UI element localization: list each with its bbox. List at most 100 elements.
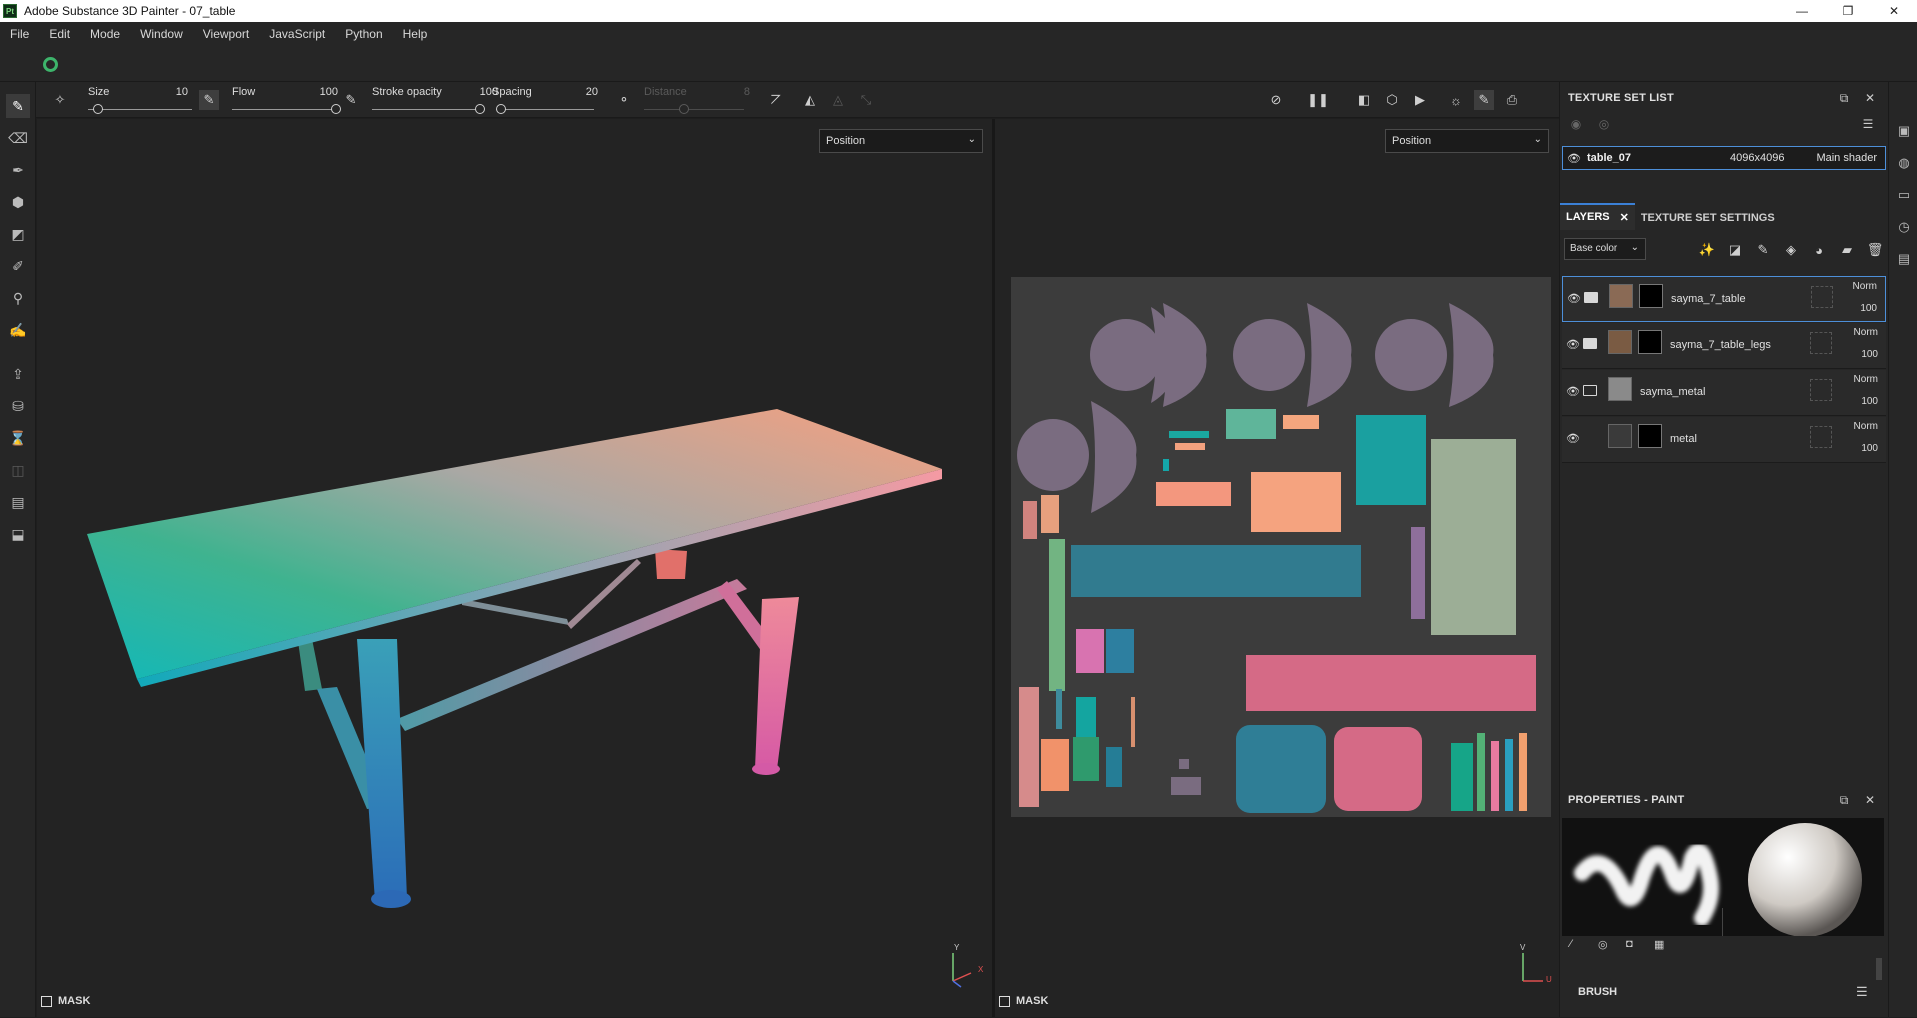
folder-icon[interactable] [1584,292,1598,303]
symmetry-mirror-icon[interactable]: ◬ [828,90,848,110]
layer-opacity[interactable]: 100 [1860,303,1877,314]
layer-blend-mode[interactable]: Norm [1854,421,1878,432]
viewport-3d[interactable]: Position ⌄ Y X MASK [37,119,992,1017]
environment-icon[interactable]: ☼ [1446,90,1466,110]
stroke-opacity-slider[interactable] [372,109,480,110]
pen-pressure-icon[interactable]: ✎ [199,90,219,110]
flow-slider-knob[interactable] [331,104,341,114]
channel-dropdown[interactable]: Base color ⌄ [1564,238,1646,260]
eye-icon[interactable]: 👁 [1566,385,1580,398]
layer-swatch[interactable] [1810,426,1832,448]
assets-icon[interactable]: ▭ [1895,186,1913,204]
viewport-3d-mask-toggle[interactable]: MASK [41,995,90,1007]
menu-mode[interactable]: Mode [80,27,130,41]
brush-menu-icon[interactable]: ☰ [1856,984,1868,1000]
uv-layout-canvas[interactable] [1011,277,1551,817]
lazy-mouse-icon[interactable]: ⚬ [614,90,634,110]
viewport-2d-uv[interactable]: Position ⌄ V U MASK [995,119,1559,1017]
alpha-icon[interactable]: ◎ [1598,938,1608,951]
layer-mask-thumbnail[interactable] [1639,284,1663,308]
layer-name[interactable]: sayma_7_table [1671,293,1746,305]
layer-blend-mode[interactable]: Norm [1854,327,1878,338]
size-value[interactable]: 10 [148,86,188,98]
clone-stamp-icon[interactable]: ⚲ [6,286,30,310]
menu-python[interactable]: Python [335,27,392,41]
display-settings-icon[interactable]: ▣ [1895,122,1913,140]
eye-icon[interactable]: 👁 [1567,152,1581,165]
layer-mask-thumbnail[interactable] [1638,330,1662,354]
eye-icon[interactable]: 👁 [1566,338,1580,351]
smudge-icon[interactable]: ✐ [6,254,30,278]
visibility-icon[interactable]: ◎ [1596,116,1612,132]
spacing-slider[interactable] [496,109,594,110]
layer-row[interactable]: 👁 sayma_metal Norm 100 [1562,370,1886,416]
screenshot-icon[interactable]: ⎙ [1502,90,1522,110]
layer-name[interactable]: sayma_metal [1640,386,1705,398]
eraser-icon[interactable]: ⌫ [6,126,30,150]
stroke-angle-icon[interactable]: ⦢ [766,90,786,110]
distance-slider-knob[interactable] [679,104,689,114]
spacing-value[interactable]: 20 [552,86,598,98]
add-folder-icon[interactable]: ▰ [1836,240,1858,260]
layer-mask-thumbnail[interactable] [1638,424,1662,448]
polygon-fill-icon[interactable]: ⬢ [6,190,30,214]
flow-slider[interactable] [232,109,336,110]
add-fill-layer-icon[interactable]: ◈ [1780,240,1802,260]
brush-tool-icon[interactable]: ⁄ [1570,938,1572,950]
layer-row[interactable]: 👁 metal Norm 100 [1562,417,1886,463]
stroke-opacity-slider-knob[interactable] [475,104,485,114]
paint-mode-icon[interactable]: ✎ [1474,90,1494,110]
distance-slider[interactable] [644,109,744,110]
tab-texture-set-settings[interactable]: TEXTURE SET SETTINGS [1635,206,1781,230]
eye-icon[interactable]: 👁 [1566,432,1580,445]
delete-layer-icon[interactable]: 🗑 [1864,240,1886,260]
layer-blend-mode[interactable]: Norm [1853,281,1877,292]
float-panel-icon[interactable]: ⧉ [1836,90,1852,106]
transform-icon[interactable]: ⤡ [856,90,876,110]
symmetry-icon[interactable]: ◭ [800,90,820,110]
projection-icon[interactable]: ✒ [6,158,30,182]
cube-view-icon[interactable]: ⬡ [1382,90,1402,110]
menu-window[interactable]: Window [130,27,193,41]
menu-javascript[interactable]: JavaScript [259,27,335,41]
add-effect-icon[interactable]: ✨ [1696,240,1718,260]
close-window-button[interactable]: ✕ [1871,0,1917,22]
close-panel-icon[interactable]: ✕ [1862,90,1878,106]
eye-icon[interactable]: 👁 [1567,292,1581,305]
add-smart-material-icon[interactable]: ◕ [1808,240,1830,260]
color-picker-icon[interactable]: ✍ [6,318,30,342]
flow-pressure-icon[interactable]: ✎ [341,90,361,110]
spacing-slider-knob[interactable] [495,104,506,114]
shader-settings-icon[interactable]: ◍ [1895,154,1913,172]
pause-icon[interactable]: ❚❚ [1307,90,1329,110]
layer-row[interactable]: 👁 sayma_7_table_legs Norm 100 [1562,323,1886,369]
layer-swatch[interactable] [1811,286,1833,308]
stencil-icon[interactable]: ◘ [1626,938,1633,950]
table-3d-model[interactable] [37,119,992,1017]
bake-icon[interactable]: ⛁ [6,394,30,418]
solo-icon[interactable]: ◉ [1568,116,1584,132]
float-panel-icon[interactable]: ⧉ [1836,792,1852,808]
layer-blend-mode[interactable]: Norm [1854,374,1878,385]
geometry-mask-icon[interactable]: ◩ [6,222,30,246]
layer-name[interactable]: metal [1670,433,1697,445]
layer-swatch[interactable] [1810,332,1832,354]
render-icon[interactable]: ▤ [6,490,30,514]
flow-value[interactable]: 100 [288,86,338,98]
paint-brush-icon[interactable]: ✎ [6,94,30,118]
add-paint-layer-icon[interactable]: ✎ [1752,240,1774,260]
history-icon[interactable]: ◷ [1895,218,1913,236]
size-slider[interactable] [88,109,192,110]
menu-viewport[interactable]: Viewport [193,27,259,41]
size-slider-knob[interactable] [93,104,104,114]
hide-overlay-icon[interactable]: ⊘ [1266,90,1286,110]
layer-swatch[interactable] [1810,379,1832,401]
menu-edit[interactable]: Edit [39,27,80,41]
restore-button[interactable]: ❐ [1825,0,1871,22]
menu-help[interactable]: Help [393,27,438,41]
material-icon[interactable]: ▦ [1654,938,1664,951]
close-tab-icon[interactable]: ✕ [1620,211,1629,224]
viewport-2d-mask-toggle[interactable]: MASK [999,995,1048,1007]
layer-opacity[interactable]: 100 [1861,396,1878,407]
texture-set-row[interactable]: 👁 table_07 4096x4096 Main shader [1562,146,1886,170]
